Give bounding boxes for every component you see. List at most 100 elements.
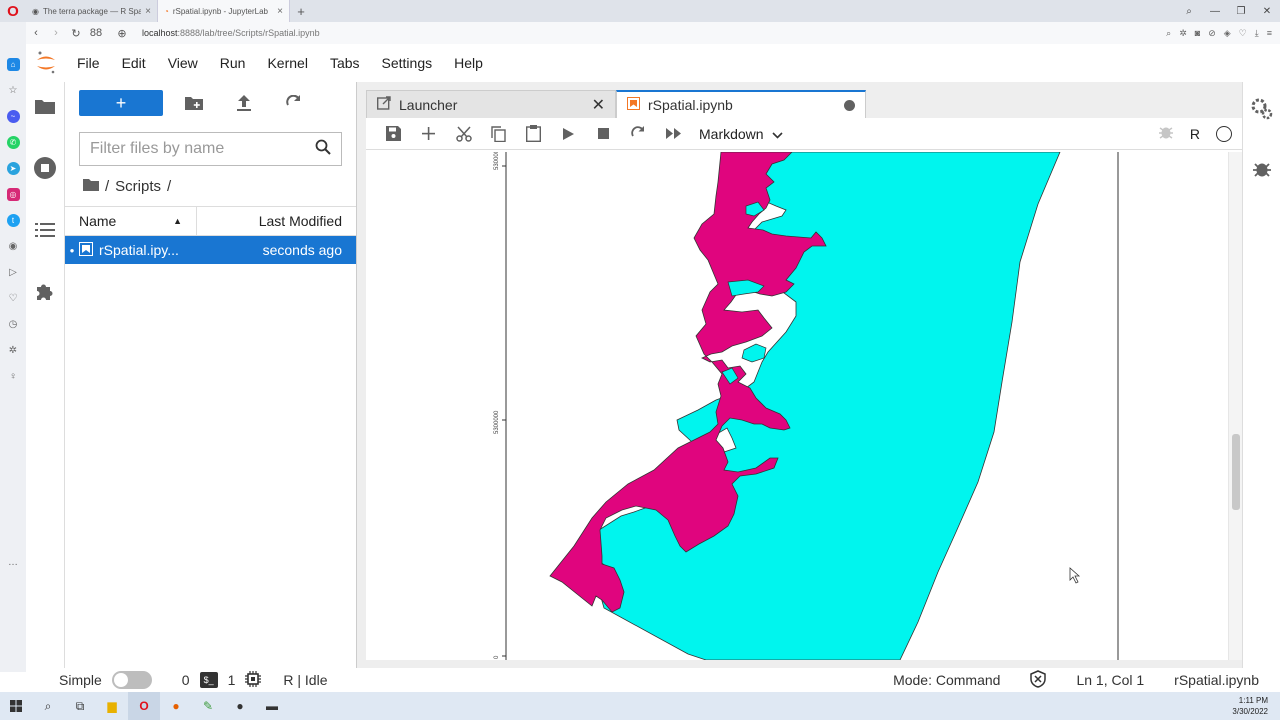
upload-icon[interactable] [231,95,257,111]
download-icon[interactable]: ⤓ [1255,28,1259,39]
url-field[interactable]: localhost:8888/lab/tree/Scripts/rSpatial… [142,28,320,38]
extensions-icon[interactable]: ✲ [1179,28,1187,39]
speed-dial-badge[interactable]: 88 [86,27,106,39]
settings-icon[interactable]: ✲ [7,344,20,357]
run-icon[interactable] [551,127,586,140]
heart-icon[interactable]: ♡ [1239,28,1247,39]
menu-edit[interactable]: Edit [111,55,157,71]
menu-icon[interactable]: ≡ [1267,28,1272,39]
scrollbar-thumb[interactable] [1232,434,1240,510]
back-icon[interactable]: ‹ [26,27,46,39]
twitter-icon[interactable]: t [6,214,20,227]
home-icon[interactable]: ⌂ [6,58,20,71]
paste-icon[interactable] [516,125,551,142]
system-clock[interactable]: 1:11 PM 3/30/2022 [1232,695,1280,717]
zoom-icon[interactable]: ⌕ [1166,28,1171,39]
player-icon[interactable]: ◉ [7,240,20,253]
folder-icon[interactable] [35,98,55,119]
minimize-icon[interactable]: — [1202,6,1228,17]
instagram-icon[interactable]: ◎ [6,188,20,201]
windows-start-icon[interactable] [0,692,32,720]
save-icon[interactable] [376,126,411,141]
cursor-position[interactable]: Ln 1, Col 1 [1076,672,1144,688]
debugger-icon[interactable] [1252,159,1272,184]
tab-launcher[interactable]: Launcher ✕ [366,90,616,118]
restart-icon[interactable] [621,126,656,141]
restore-icon[interactable]: ❐ [1228,6,1254,17]
last-modified-column-header[interactable]: Last Modified [197,213,356,229]
running-sessions-icon[interactable] [34,157,56,184]
unsaved-dot-icon[interactable] [844,99,855,111]
extension-manager-icon[interactable] [35,281,55,306]
tab-notebook[interactable]: rSpatial.ipynb [616,90,866,118]
send-icon[interactable]: ▷ [7,266,20,279]
menu-tabs[interactable]: Tabs [319,55,371,71]
telegram-icon[interactable]: ➤ [6,162,20,175]
messenger-icon[interactable]: ~ [6,110,20,123]
property-inspector-icon[interactable] [1251,98,1273,125]
new-launcher-button[interactable]: + [79,90,163,116]
firefox-icon[interactable]: ● [160,692,192,720]
history-icon[interactable]: ◷ [7,318,20,331]
stop-icon[interactable] [586,128,621,139]
launcher-icon [376,96,391,113]
kernel-status[interactable]: R | Idle [283,672,327,688]
opera-logo-icon[interactable]: O [0,0,26,22]
folder-icon[interactable] [83,178,99,195]
tips-icon[interactable]: ♀ [7,370,20,383]
close-icon[interactable]: ✕ [592,95,605,115]
github-icon[interactable]: ● [224,692,256,720]
adblock-icon[interactable]: ⊘ [1208,28,1216,39]
map-plot: 5300000 5300000 0 [494,152,1119,660]
menu-help[interactable]: Help [443,55,494,71]
menu-kernel[interactable]: Kernel [256,55,318,71]
debugger-icon[interactable] [1158,124,1174,143]
running-indicator-icon: ● [69,245,75,255]
whatsapp-icon[interactable]: ✆ [6,136,20,149]
close-icon[interactable]: × [145,6,151,17]
camera-icon[interactable]: ◙ [1195,28,1200,39]
new-folder-icon[interactable] [181,96,207,110]
close-window-icon[interactable]: ✕ [1254,6,1280,17]
current-file: rSpatial.ipynb [1174,672,1259,688]
browser-tab-terra[interactable]: ◉ The terra package — R Spa × [26,0,158,22]
bookmark-icon[interactable]: ☆ [7,84,20,97]
kernel-chip-icon[interactable] [245,670,262,690]
opera-icon[interactable]: O [128,692,160,720]
browser-tab-jupyter[interactable]: ◔ rSpatial.ipynb - JupyterLab × [158,0,290,22]
more-icon[interactable]: … [7,556,20,569]
menu-view[interactable]: View [157,55,209,71]
site-info-icon[interactable]: ⊕ [112,27,132,40]
refresh-icon[interactable] [281,95,307,111]
file-explorer-icon[interactable]: ▆ [96,692,128,720]
menu-settings[interactable]: Settings [371,55,444,71]
close-icon[interactable]: × [277,6,283,17]
menu-file[interactable]: File [66,55,111,71]
menu-run[interactable]: Run [209,55,257,71]
trusted-shield-icon[interactable] [1030,669,1047,691]
new-tab-button[interactable]: + [290,4,312,19]
forward-icon[interactable]: › [46,27,66,39]
name-column-header[interactable]: Name ▲ [65,206,197,236]
terminal-app-icon[interactable]: ▬ [256,692,288,720]
simple-mode-toggle[interactable] [111,671,152,689]
notebook-scrollbar[interactable] [1228,152,1242,660]
table-of-contents-icon[interactable] [35,222,55,243]
search-icon[interactable]: ⌕ [32,692,64,720]
insert-cell-icon[interactable] [411,127,446,140]
list-item[interactable]: ● rSpatial.ipy... seconds ago [65,236,356,264]
notepad-icon[interactable]: ✎ [192,692,224,720]
fast-forward-icon[interactable] [656,128,691,139]
heart-icon[interactable]: ♡ [7,292,20,305]
vpn-icon[interactable]: ◈ [1224,28,1231,39]
cell-type-dropdown[interactable]: Markdown [699,126,783,142]
kernel-name[interactable]: R [1190,126,1200,142]
task-view-icon[interactable]: ⧉ [64,692,96,720]
copy-icon[interactable] [481,125,516,142]
search-icon[interactable]: ⌕ [1176,6,1202,17]
terminal-icon[interactable]: $_ [199,672,218,688]
file-filter-input[interactable] [90,140,315,158]
reload-icon[interactable]: ↻ [66,27,86,40]
breadcrumb-scripts[interactable]: Scripts [115,178,161,195]
cut-icon[interactable] [446,125,481,142]
